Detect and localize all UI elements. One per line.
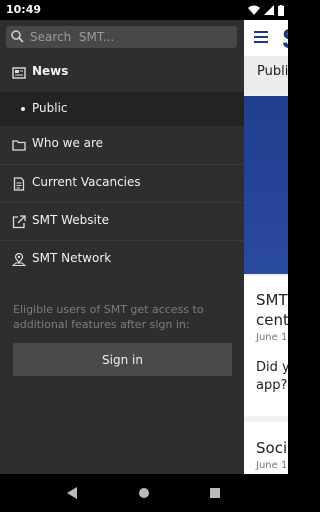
app-logo: S: [282, 23, 288, 55]
news-icon: [12, 67, 26, 79]
drawer-item-who-we-are[interactable]: Who we are: [0, 126, 244, 164]
drawer-item-label: Who we are: [32, 136, 104, 150]
status-icons: [248, 4, 284, 16]
status-time: 10:49: [6, 3, 42, 16]
bullet-icon: [21, 107, 25, 111]
drawer-item-label: News: [32, 64, 69, 78]
card-date: June 1: [256, 332, 288, 343]
drawer-item-current-vacancies[interactable]: Current Vacancies: [0, 164, 244, 202]
drawer-item-label: Current Vacancies: [32, 175, 141, 189]
app-bar: S: [244, 20, 288, 56]
sign-in-button[interactable]: Sign in: [13, 343, 232, 376]
hero-image[interactable]: [244, 96, 288, 274]
search-input[interactable]: [30, 28, 230, 46]
main-content: S Publi SMT cent June 1 Did yo app? Soci…: [244, 20, 288, 474]
drawer-subitem-public[interactable]: Public: [0, 92, 244, 126]
document-icon: [13, 177, 25, 191]
news-card[interactable]: Socia June 1: [244, 422, 288, 474]
folder-icon: [12, 140, 26, 151]
drawer-item-smt-website[interactable]: SMT Website: [0, 202, 244, 240]
drawer-item-label: SMT Network: [32, 251, 112, 265]
drawer-item-smt-network[interactable]: SMT Network: [0, 240, 244, 278]
navigation-drawer: News Public Who we are Current Vacancies…: [0, 20, 244, 474]
tab-public-label: Publi: [257, 64, 288, 79]
external-link-icon: [12, 215, 26, 229]
system-navigation-bar: [0, 474, 288, 512]
card-text-line2: app?: [256, 378, 288, 393]
card-text: Did yo: [256, 360, 288, 375]
card-title: SMT: [256, 291, 288, 309]
recent-apps-icon[interactable]: [210, 488, 220, 498]
home-icon[interactable]: [139, 488, 149, 498]
search-bar[interactable]: [6, 26, 237, 48]
drawer-item-label: SMT Website: [32, 213, 109, 227]
card-title-line2: cent: [256, 311, 288, 329]
news-card[interactable]: SMT cent June 1 Did yo app?: [244, 276, 288, 416]
drawer-subitem-label: Public: [32, 101, 68, 115]
drawer-item-news[interactable]: News: [0, 54, 244, 92]
status-bar: 10:49: [0, 0, 288, 20]
battery-icon: [278, 4, 284, 16]
menu-icon[interactable]: [254, 31, 268, 43]
wifi-icon: [248, 5, 260, 15]
back-icon[interactable]: [66, 487, 78, 499]
search-icon: [11, 30, 24, 43]
map-pin-icon: [12, 253, 26, 267]
signin-note: Eligible users of SMT get access to addi…: [13, 303, 204, 331]
card-title: Socia: [256, 439, 288, 457]
signal-icon: [264, 5, 274, 15]
card-date: June 1: [256, 460, 288, 471]
